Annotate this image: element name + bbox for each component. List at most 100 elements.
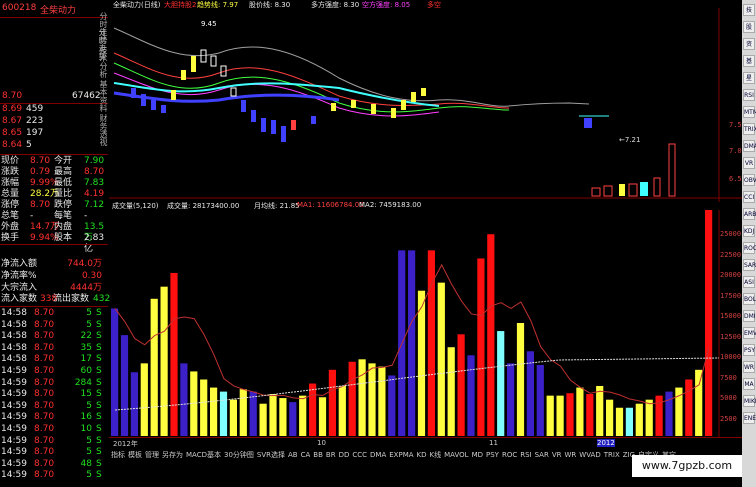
indicator-tab[interactable]: TRIX [604, 451, 620, 459]
menu-finance[interactable]: 财务透视 [99, 114, 109, 146]
toolbar-button[interactable]: BOLL [743, 293, 756, 305]
volume-bar [111, 308, 119, 436]
tick-time: 14:59 [1, 470, 27, 481]
tick-time: 14:59 [1, 412, 27, 423]
stat-value: 8.70 [84, 167, 105, 177]
indicator-tab[interactable]: EXPMA [389, 451, 413, 459]
tick-row: 14:59 8.70 5 S [0, 401, 106, 412]
stat-value: - [30, 211, 34, 221]
tick-row: 14:59 8.70 48 S [0, 459, 106, 470]
menu-intraday[interactable]: 分时走势 [99, 12, 109, 44]
indicator-tab[interactable]: WR [565, 451, 577, 459]
menu-technical[interactable]: 技术分析 [99, 46, 109, 78]
indicator-tab[interactable]: MD [472, 451, 483, 459]
indicator-tab[interactable]: 指标 [111, 450, 125, 460]
stat-label: 涨幅 [1, 178, 20, 188]
stat-label: 今开 [54, 156, 73, 166]
toolbar-button[interactable]: RSI [743, 89, 755, 101]
indicator-tab[interactable]: KD [417, 451, 427, 459]
indicator-tab[interactable]: AB [288, 451, 298, 459]
price-chart[interactable]: 9.45 ←7.21 [109, 8, 742, 202]
toolbar-button[interactable]: MA [743, 378, 755, 390]
indicator-tab[interactable]: CCC [352, 451, 367, 459]
indicator-tab[interactable]: 模板 [128, 450, 142, 460]
indicator-tab[interactable]: BR [326, 451, 336, 459]
volume-bar [388, 375, 396, 436]
toolbar-button[interactable]: 技 [743, 4, 755, 16]
indicator-tab[interactable]: CA [301, 451, 311, 459]
stat-label: 最高 [54, 167, 73, 177]
volume-bar [566, 393, 574, 436]
volume-tick: 22500 [720, 250, 742, 259]
ask-row: 8.64 5 [0, 140, 106, 151]
volume-bar [299, 395, 307, 436]
indicator-tab[interactable]: SVR选择 [257, 450, 285, 460]
ask-volume: 197 [26, 128, 44, 138]
indicator-tab[interactable]: 30分钟图 [224, 450, 254, 460]
tick-row: 14:59 8.70 60 S [0, 366, 106, 377]
toolbar-button[interactable]: EMV [743, 327, 756, 339]
volume-bar [685, 379, 693, 436]
toolbar-button[interactable]: 星 [743, 72, 755, 84]
volume-bar [635, 403, 643, 436]
toolbar-button[interactable]: ASI [743, 276, 755, 288]
toolbar-button[interactable]: 股 [743, 21, 755, 33]
indicator-tab[interactable]: 管理 [145, 450, 159, 460]
tick-volume: 5 [86, 308, 92, 318]
indicator-tab[interactable]: DD [339, 451, 350, 459]
indicator-tab[interactable]: WVAD [579, 451, 600, 459]
toolbar-button[interactable]: VR [743, 157, 755, 169]
tick-row: 14:59 8.70 10 S [0, 424, 106, 435]
indicator-tab[interactable]: MAVOL [444, 451, 468, 459]
tick-price: 8.70 [34, 470, 55, 481]
tick-price: 8.70 [34, 366, 55, 376]
indicator-tab[interactable]: PSY [486, 451, 499, 459]
indicator-tab[interactable]: SAR [535, 451, 549, 459]
volume-bar [120, 335, 129, 436]
toolbar-button[interactable]: DMI [743, 310, 756, 322]
tick-side: S [96, 319, 102, 330]
toolbar-button[interactable]: MTM [743, 106, 756, 118]
menu-fundamentals[interactable]: 基本资料 [99, 80, 109, 112]
volume-bar [427, 250, 435, 436]
toolbar-button[interactable]: MIKE [743, 395, 756, 407]
stat-row: 涨幅 9.99% 最低 7.83 [0, 178, 106, 189]
volume-tick: 5000 [720, 394, 737, 402]
toolbar-button[interactable]: DMA [743, 140, 756, 152]
tick-volume: 5 [86, 470, 92, 481]
toolbar-button[interactable]: ENE [743, 412, 756, 424]
toolbar-button[interactable]: ARBR [743, 208, 756, 220]
indicator-tab[interactable]: ROC [502, 451, 517, 459]
tick-row: 14:58 8.70 5 S [0, 320, 106, 331]
indicator-tab[interactable]: RSI [520, 451, 531, 459]
volume-bar [348, 361, 356, 436]
toolbar-button[interactable]: CCI [743, 191, 755, 203]
indicator-tab[interactable]: MACD基本 [186, 450, 221, 460]
indicator-tab[interactable]: K线 [430, 450, 442, 460]
tick-volume: 16 [80, 412, 92, 423]
toolbar-button[interactable]: PSY [743, 344, 755, 356]
x-axis: 2012年 10 11 2012 [109, 437, 742, 448]
stat-label: 内盘 [54, 222, 73, 232]
toolbar-button[interactable]: ROC [743, 242, 756, 254]
flow-label: 净流入额 [1, 259, 38, 269]
tick-row: 14:59 8.70 5 S [0, 436, 106, 447]
volume-chart[interactable] [109, 210, 742, 438]
stock-header: 600218 全柴动力 [0, 0, 108, 17]
indicator-tab[interactable]: BB [313, 451, 323, 459]
toolbar-button[interactable]: WR [743, 361, 755, 373]
toolbar-button[interactable]: OBV [743, 174, 756, 186]
toolbar-button[interactable]: KDJ [743, 225, 755, 237]
toolbar-button[interactable]: 基 [743, 55, 755, 67]
toolbar-button[interactable]: SAR [743, 259, 756, 271]
toolbar-button[interactable]: TRIX [743, 123, 756, 135]
indicator-tab[interactable]: VR [552, 451, 562, 459]
toolbar-button[interactable]: 资 [743, 38, 755, 50]
stat-value: 0.79 [30, 167, 51, 177]
indicator-tab[interactable]: 另存为 [162, 450, 183, 460]
tick-time: 14:59 [1, 366, 27, 376]
flow-row: 大宗流入 4444万 [0, 283, 106, 294]
tick-time: 14:59 [1, 447, 27, 458]
stat-row: 现价 8.70 今开 7.90 [0, 156, 106, 167]
indicator-tab[interactable]: DMA [370, 451, 386, 459]
